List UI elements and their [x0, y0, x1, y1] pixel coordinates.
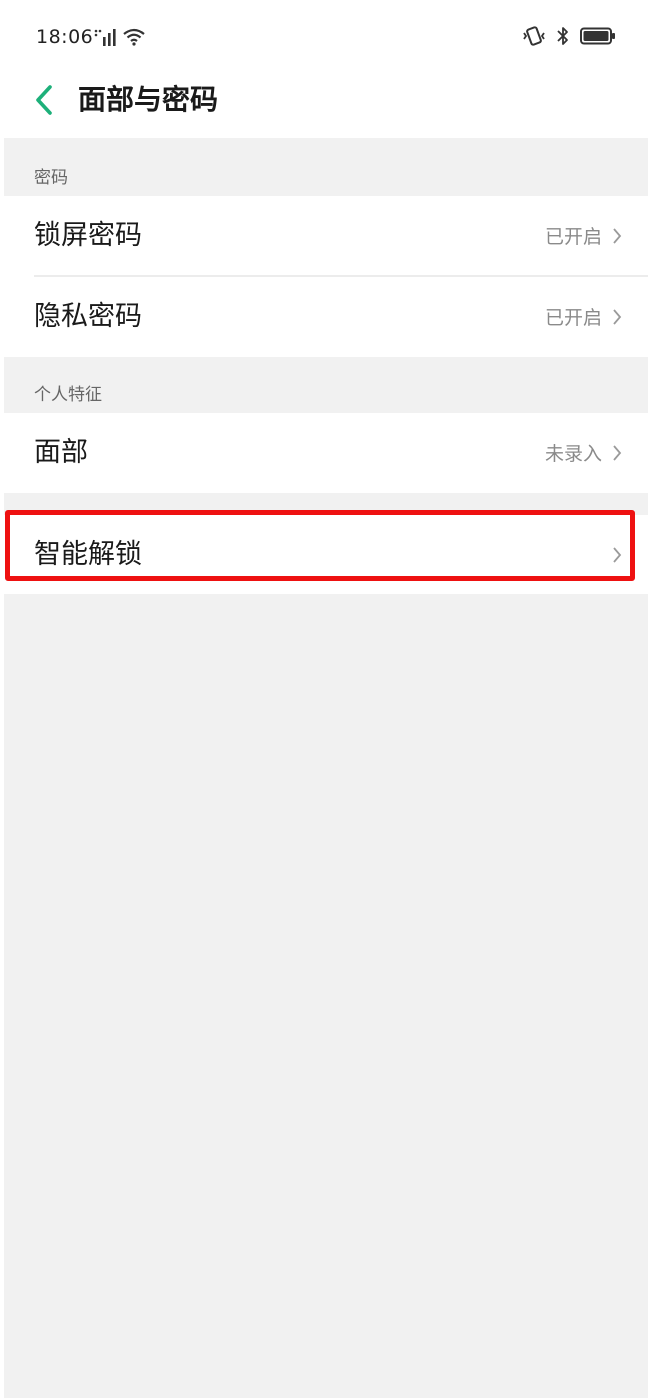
row-smart-unlock[interactable]: 智能解锁: [4, 515, 648, 594]
page-title: 面部与密码: [78, 83, 219, 116]
row-status: 已开启: [544, 307, 602, 329]
status-time: 18:06: [36, 26, 94, 48]
chevron-right-icon: [613, 228, 622, 244]
row-label: 锁屏密码: [34, 220, 142, 251]
row-label: 隐私密码: [34, 301, 142, 332]
bluetooth-icon: [557, 27, 568, 45]
status-right-icons: [522, 26, 616, 46]
row-status: 未录入: [544, 443, 602, 465]
row-lockscreen-password[interactable]: 锁屏密码 已开启: [4, 196, 648, 276]
chevron-right-icon: [613, 445, 622, 461]
row-status: 已开启: [544, 226, 602, 248]
row-label: 面部: [34, 437, 88, 468]
signal-icon: [94, 29, 116, 46]
chevron-right-icon: [613, 309, 622, 325]
app-header: 面部与密码: [0, 78, 650, 138]
section-gap: [4, 493, 648, 515]
vibrate-icon: [523, 26, 545, 46]
status-bar: 18:06: [0, 0, 650, 78]
wifi-icon: [123, 28, 145, 46]
row-label: 智能解锁: [34, 539, 142, 570]
settings-screen: 18:06 面部与密码 密码 锁屏密码 已开启 隐私密码 已开启 个人特征 面部…: [0, 0, 650, 1398]
chevron-left-icon: [36, 85, 52, 115]
chevron-right-icon: [613, 547, 622, 563]
empty-background: [4, 594, 648, 1398]
status-left-icons: [93, 28, 145, 46]
back-button[interactable]: [26, 80, 62, 120]
section-header-biometrics: 个人特征: [4, 357, 648, 413]
row-face[interactable]: 面部 未录入: [4, 413, 648, 493]
section-label-biometrics: 个人特征: [34, 385, 102, 405]
section-label-password: 密码: [34, 168, 68, 188]
battery-icon: [580, 27, 615, 45]
section-header-password: 密码: [4, 138, 648, 196]
row-privacy-password[interactable]: 隐私密码 已开启: [4, 277, 648, 357]
